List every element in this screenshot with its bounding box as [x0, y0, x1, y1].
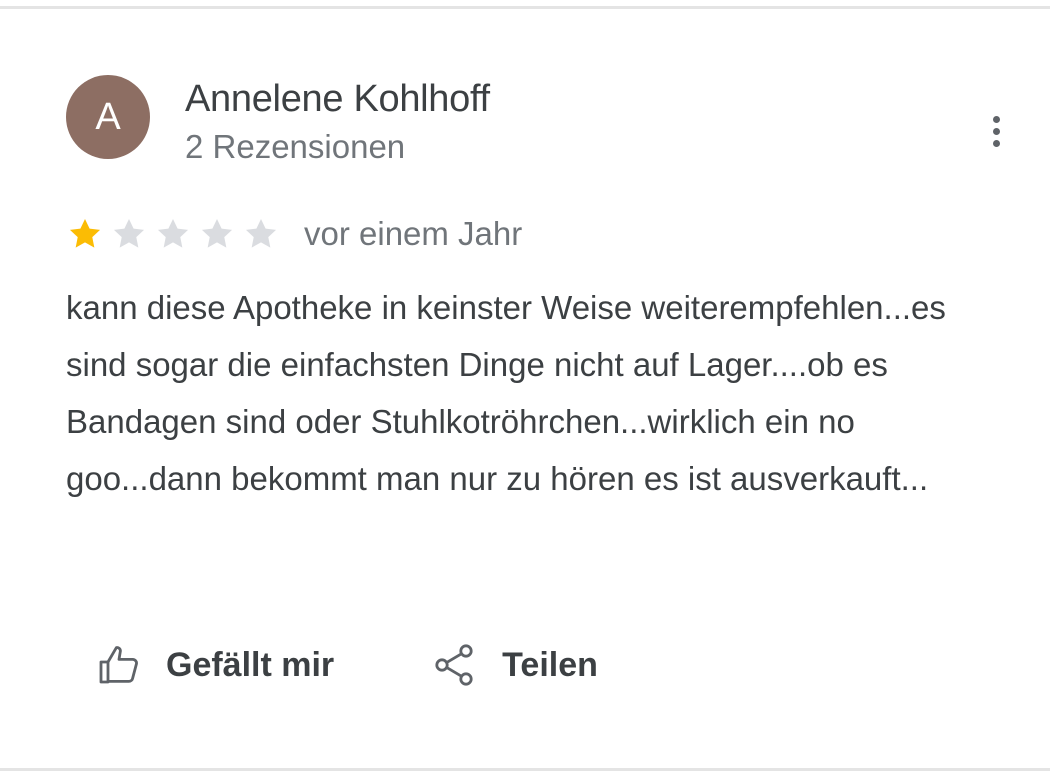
review-page: A Annelene Kohlhoff 2 Rezensionen vor ei…: [0, 0, 1050, 774]
star-empty-icon: [157, 218, 189, 248]
rating-row: vor einem Jahr: [66, 214, 522, 254]
author-name[interactable]: Annelene Kohlhoff: [185, 77, 490, 121]
avatar[interactable]: A: [66, 75, 150, 159]
review-actions: Gefällt mir Teilen: [96, 637, 598, 693]
share-icon: [430, 641, 478, 689]
like-button[interactable]: Gefällt mir: [96, 637, 334, 693]
star-rating: [66, 215, 280, 253]
review-date: vor einem Jahr: [304, 215, 523, 252]
thumb-up-icon: [96, 641, 144, 689]
star-empty-icon: [245, 218, 277, 248]
like-label: Gefällt mir: [166, 645, 335, 684]
review-card: A Annelene Kohlhoff 2 Rezensionen vor ei…: [0, 9, 1050, 768]
more-vertical-icon: [992, 115, 1000, 147]
star-empty-icon: [201, 218, 233, 248]
star-empty-icon: [113, 218, 145, 248]
share-label: Teilen: [502, 645, 598, 684]
bottom-divider: [0, 768, 1050, 771]
share-button[interactable]: Teilen: [430, 637, 598, 693]
star-filled-icon: [69, 218, 101, 248]
avatar-initial: A: [95, 95, 121, 138]
review-text: kann diese Apotheke in keinster Weise we…: [66, 289, 946, 497]
author-review-count[interactable]: 2 Rezensionen: [185, 127, 405, 167]
more-options-button[interactable]: [976, 105, 1016, 157]
